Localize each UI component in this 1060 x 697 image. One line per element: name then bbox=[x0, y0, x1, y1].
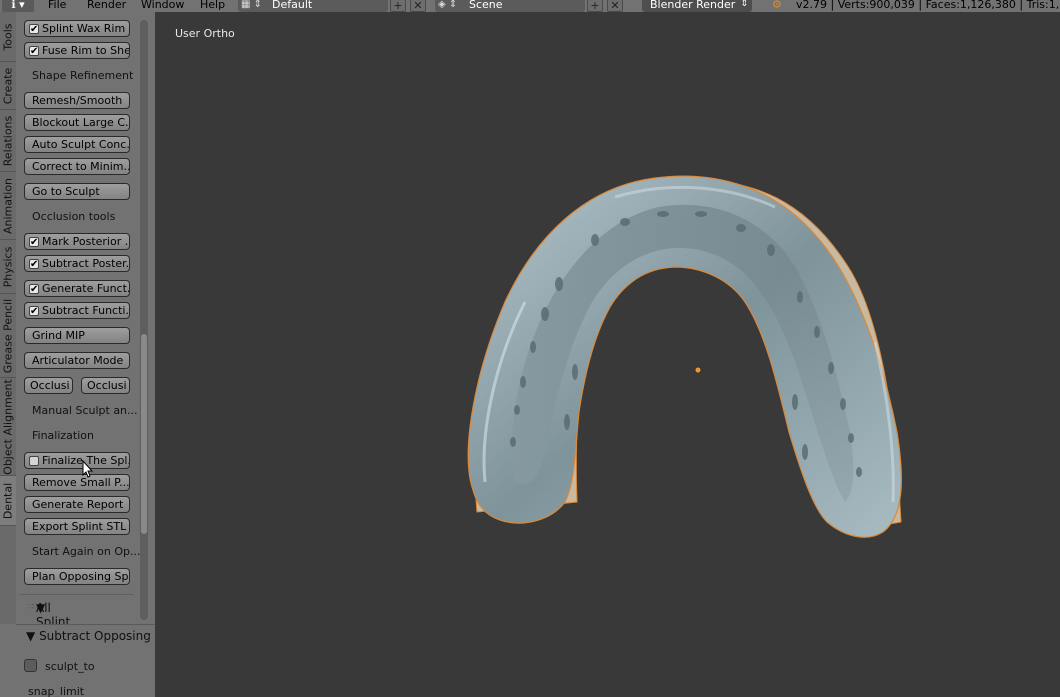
splint-wax-rim-checkbox[interactable]: ✔ Splint Wax Rim bbox=[24, 20, 130, 37]
tab-object-alignment-label: Object Alignment bbox=[1, 378, 15, 475]
tab-tools[interactable]: Tools bbox=[0, 12, 16, 62]
drag-grip-icon[interactable]: ∷∷ bbox=[28, 602, 130, 611]
tool-shelf-panel: ✔ Splint Wax Rim ✔ Fuse Rim to Shell Shape… bbox=[16, 12, 155, 697]
splint-wax-rim-label: Splint Wax Rim bbox=[42, 22, 126, 35]
fuse-rim-label: Fuse Rim to Shell bbox=[42, 44, 130, 57]
manual-sculpt-heading: Manual Sculpt an... bbox=[32, 404, 138, 417]
subtract-opposing-label: Subtract Opposing Occl bbox=[39, 629, 155, 643]
subtract-functional-label: Subtract Functi... bbox=[42, 304, 130, 317]
tab-tools-label: Tools bbox=[1, 22, 15, 51]
mouse-cursor-icon bbox=[82, 460, 94, 478]
tab-object-alignment[interactable]: Object Alignment bbox=[0, 378, 16, 476]
generate-functional-checkbox[interactable]: ✔ Generate Funct... bbox=[24, 280, 130, 297]
scene-value: Scene bbox=[469, 0, 503, 11]
checkbox-checked-icon: ✔ bbox=[29, 46, 39, 57]
occlusion-button-left[interactable]: Occlusi bbox=[24, 377, 73, 394]
tab-animation[interactable]: Animation bbox=[0, 172, 16, 240]
panel-scrollbar-thumb[interactable] bbox=[141, 334, 147, 534]
drag-grip-icon[interactable]: ∷ bbox=[145, 634, 150, 643]
tab-create-label: Create bbox=[1, 67, 15, 104]
add-scene-button[interactable]: + bbox=[587, 0, 603, 12]
checkbox-checked-icon: ✔ bbox=[29, 24, 39, 35]
sculpt-to-label: sculpt_to bbox=[45, 660, 95, 673]
tool-shelf-tabs: Tools Create Relations Animation Physics… bbox=[0, 12, 16, 697]
blockout-large-button[interactable]: Blockout Large C... bbox=[24, 114, 130, 131]
blender-window: ℹ ▾ File Render Window Help ▦ ⇕ Default … bbox=[0, 0, 1060, 697]
mark-posterior-label: Mark Posterior ... bbox=[42, 235, 130, 248]
export-splint-stl-button[interactable]: Export Splint STL bbox=[24, 518, 130, 535]
layout-icon: ▦ ⇕ bbox=[241, 0, 263, 10]
subtract-posterior-checkbox[interactable]: ✔ Subtract Poster... bbox=[24, 255, 130, 272]
add-layout-button[interactable]: + bbox=[390, 0, 406, 12]
articulator-mode-button[interactable]: Articulator Mode bbox=[24, 352, 130, 369]
auto-sculpt-button[interactable]: Auto Sculpt Conc... bbox=[24, 136, 130, 153]
checkbox-checked-icon: ✔ bbox=[29, 284, 39, 295]
mark-posterior-checkbox[interactable]: ✔ Mark Posterior ... bbox=[24, 233, 130, 250]
subtract-opposing-header[interactable]: ▼ Subtract Opposing Occl bbox=[26, 629, 155, 643]
fuse-rim-checkbox[interactable]: ✔ Fuse Rim to Shell bbox=[24, 42, 130, 59]
finalize-splint-checkbox[interactable]: Finalize The Spl... bbox=[24, 452, 130, 469]
menu-file[interactable]: File bbox=[48, 0, 66, 12]
scene-select[interactable]: ◈ ⇕ Scene bbox=[435, 0, 585, 12]
tab-physics[interactable]: Physics bbox=[0, 240, 16, 294]
finalization-heading: Finalization bbox=[32, 429, 94, 442]
remove-layout-button[interactable]: ✕ bbox=[410, 0, 426, 12]
tab-relations-label: Relations bbox=[1, 115, 15, 166]
info-header: ℹ ▾ File Render Window Help ▦ ⇕ Default … bbox=[0, 0, 1060, 12]
expand-arrow-icon: ▼ bbox=[26, 629, 36, 643]
checkbox-unchecked-icon bbox=[29, 456, 39, 466]
correct-minimum-button[interactable]: Correct to Minim... bbox=[24, 158, 130, 175]
checkbox-checked-icon: ✔ bbox=[29, 237, 39, 248]
grind-mip-button[interactable]: Grind MIP bbox=[24, 327, 130, 344]
remesh-smooth-button[interactable]: Remesh/Smooth bbox=[24, 92, 130, 109]
tab-relations[interactable]: Relations bbox=[0, 110, 16, 172]
object-origin-icon bbox=[694, 366, 702, 374]
tab-physics-label: Physics bbox=[1, 246, 15, 287]
subtract-opposing-section: ▼ Subtract Opposing Occl ∷ sculpt_to sna… bbox=[16, 624, 155, 697]
render-engine-arrow-icon: ⇕ bbox=[740, 0, 748, 9]
checkbox-checked-icon: ✔ bbox=[29, 306, 39, 317]
all-splint-tools-header[interactable]: ▼ All Splint Tools ∷∷ bbox=[20, 594, 134, 643]
menu-help[interactable]: Help bbox=[200, 0, 225, 12]
remove-scene-button[interactable]: ✕ bbox=[607, 0, 623, 12]
scene-icon: ◈ ⇕ bbox=[438, 0, 458, 10]
menu-window[interactable]: Window bbox=[141, 0, 184, 12]
go-to-sculpt-button[interactable]: Go to Sculpt bbox=[24, 183, 130, 200]
tab-create[interactable]: Create bbox=[0, 62, 16, 110]
info-editor-icon[interactable]: ℹ ▾ bbox=[2, 0, 34, 12]
generate-functional-label: Generate Funct... bbox=[42, 282, 130, 295]
snap-limit-label: snap_limit bbox=[28, 685, 85, 697]
render-engine-select[interactable]: Blender Render ⇕ bbox=[642, 0, 752, 12]
dental-splint-model[interactable] bbox=[155, 12, 1060, 697]
sculpt-to-checkbox[interactable] bbox=[24, 659, 37, 672]
occlusion-tools-heading: Occlusion tools bbox=[32, 210, 116, 223]
remove-small-parts-button[interactable]: Remove Small P... bbox=[24, 474, 130, 491]
subtract-functional-checkbox[interactable]: ✔ Subtract Functi... bbox=[24, 302, 130, 319]
checkbox-checked-icon: ✔ bbox=[29, 259, 39, 270]
operator-panel-gutter bbox=[0, 624, 16, 697]
screen-layout-select[interactable]: ▦ ⇕ Default bbox=[238, 0, 388, 12]
info-icon: ℹ bbox=[11, 0, 16, 11]
3d-viewport[interactable]: User Ortho bbox=[155, 12, 1060, 697]
generate-report-button[interactable]: Generate Report bbox=[24, 496, 130, 513]
screen-layout-value: Default bbox=[272, 0, 313, 11]
start-again-heading: Start Again on Op... bbox=[32, 545, 141, 558]
tab-dental-label: Dental bbox=[1, 482, 15, 519]
menu-render[interactable]: Render bbox=[87, 0, 126, 12]
occlusion-button-right[interactable]: Occlusi bbox=[81, 377, 130, 394]
render-engine-value: Blender Render bbox=[650, 0, 736, 11]
shape-refinement-heading: Shape Refinement bbox=[32, 69, 134, 82]
tab-grease-pencil-label: Grease Pencil bbox=[1, 298, 15, 373]
subtract-posterior-label: Subtract Poster... bbox=[42, 257, 130, 270]
plan-opposing-button[interactable]: Plan Opposing Sp... bbox=[24, 568, 130, 585]
tab-grease-pencil[interactable]: Grease Pencil bbox=[0, 294, 16, 378]
tab-dental[interactable]: Dental bbox=[0, 476, 16, 526]
scene-stats: v2.79 | Verts:900,039 | Faces:1,126,380 … bbox=[796, 0, 1060, 11]
tab-animation-label: Animation bbox=[1, 177, 15, 234]
blender-logo-icon: ⚙ bbox=[772, 0, 782, 11]
